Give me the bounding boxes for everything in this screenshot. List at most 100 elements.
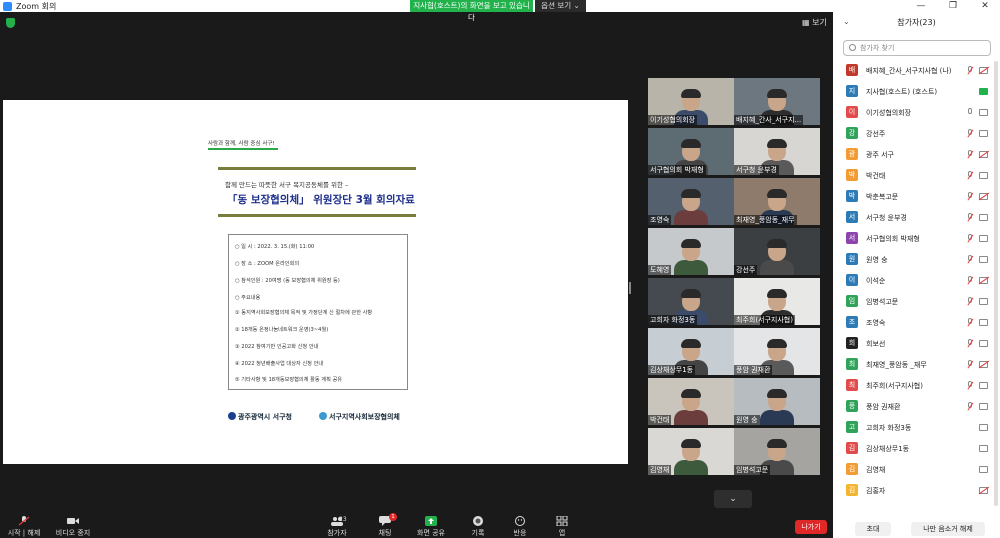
participant-row[interactable]: 조 조영숙 <box>833 313 993 333</box>
video-tile[interactable]: 배지혜_간사_서구지... <box>734 78 820 125</box>
camera-icon[interactable] <box>979 382 988 389</box>
chat-button[interactable]: 1 채팅 <box>365 513 405 538</box>
leave-button[interactable]: 나가기 <box>795 520 827 534</box>
mic-muted-icon[interactable] <box>967 339 974 348</box>
video-tile[interactable]: 서구협의회 박재형 <box>648 128 734 175</box>
agenda-row: ③ 2022 참여기반 인공고화 신청 안내 <box>235 344 319 350</box>
camera-off-icon[interactable] <box>978 150 990 159</box>
camera-off-icon[interactable] <box>978 276 990 285</box>
camera-icon[interactable] <box>979 424 988 431</box>
video-tile[interactable]: 최재영_풍암동_재무 <box>734 178 820 225</box>
participant-row[interactable]: 서 서구협의회 박재형 <box>833 229 993 249</box>
mic-muted-icon[interactable] <box>967 234 974 243</box>
minimize-button[interactable]: — <box>906 0 936 12</box>
mic-muted-icon[interactable] <box>967 402 974 411</box>
camera-off-icon[interactable] <box>978 66 990 75</box>
video-tile[interactable]: 풍암 권재환 <box>734 328 820 375</box>
camera-off-icon[interactable] <box>978 192 990 201</box>
camera-icon[interactable] <box>979 445 988 452</box>
camera-icon[interactable] <box>979 172 988 179</box>
camera-icon[interactable] <box>979 319 988 326</box>
person-hair <box>767 239 787 248</box>
participant-row[interactable]: 희 희보선 <box>833 334 993 354</box>
mic-muted-icon[interactable] <box>967 255 974 264</box>
view-button[interactable]: ▦ 보기 <box>802 17 827 28</box>
participant-row[interactable]: 배 배지혜_간사_서구지사협 (나) <box>833 61 993 81</box>
video-tile[interactable]: 고희자 화정3동 <box>648 278 734 325</box>
camera-icon[interactable] <box>979 214 988 221</box>
participant-row[interactable]: 김 김홍자 <box>833 481 993 501</box>
mic-muted-icon[interactable] <box>967 318 974 327</box>
participant-row[interactable]: 서 서구청 윤부경 <box>833 208 993 228</box>
camera-icon[interactable] <box>979 88 988 95</box>
participant-row[interactable]: 이 이석순 <box>833 271 993 291</box>
mic-muted-icon[interactable] <box>967 297 974 306</box>
video-tile[interactable]: 서구청 윤부경 <box>734 128 820 175</box>
mic-muted-icon[interactable] <box>967 150 974 159</box>
participant-row[interactable]: 김 김영채 <box>833 460 993 480</box>
mic-muted-icon[interactable] <box>967 192 974 201</box>
video-tile[interactable]: 최주희(서구지사협) <box>734 278 820 325</box>
video-tile[interactable]: 박건태 <box>648 378 734 425</box>
search-placeholder: 참가자 찾기 <box>860 44 895 52</box>
close-button[interactable]: ✕ <box>970 0 1000 12</box>
participant-row[interactable]: 최 최주희(서구지사협) <box>833 376 993 396</box>
video-tile[interactable]: 김상채상무1동 <box>648 328 734 375</box>
participant-row[interactable]: 박 박건태 <box>833 166 993 186</box>
camera-off-icon[interactable] <box>978 360 990 369</box>
mic-icon[interactable] <box>967 108 973 117</box>
mute-button[interactable]: 시작 | 해제 <box>4 516 44 538</box>
camera-icon[interactable] <box>979 235 988 242</box>
video-tile[interactable]: 도혜영 <box>648 228 734 275</box>
split-drag-handle[interactable] <box>629 282 631 294</box>
next-page-chevron-icon[interactable]: ⌄ <box>714 490 752 508</box>
video-tile[interactable]: 강선주 <box>734 228 820 275</box>
view-options-button[interactable]: 옵션 보기 ⌄ <box>535 0 586 12</box>
mic-muted-icon[interactable] <box>967 171 974 180</box>
record-button[interactable]: 기록 <box>458 516 498 538</box>
participant-row[interactable]: 지 지사협(호스트) (호스트) <box>833 82 993 102</box>
camera-icon[interactable] <box>979 109 988 116</box>
invite-button[interactable]: 초대 <box>855 522 891 536</box>
apps-button[interactable]: 앱 <box>542 516 582 538</box>
security-shield-icon[interactable] <box>6 18 15 28</box>
participant-row[interactable]: 김 김상채상무1동 <box>833 439 993 459</box>
participant-row[interactable]: 임 임병석고문 <box>833 292 993 312</box>
camera-icon[interactable] <box>979 298 988 305</box>
video-tile[interactable]: 원영 숭 <box>734 378 820 425</box>
mic-muted-icon[interactable] <box>967 381 974 390</box>
participant-row[interactable]: 고 고희자 화정3동 <box>833 418 993 438</box>
mic-muted-icon[interactable] <box>967 360 974 369</box>
mic-muted-icon[interactable] <box>967 276 974 285</box>
participant-row[interactable]: 최 최재영_풍암동 _재무 <box>833 355 993 375</box>
video-tile[interactable]: 이기성협의회장 <box>648 78 734 125</box>
participant-row[interactable]: 풍 풍암 권재환 <box>833 397 993 417</box>
video-tile[interactable]: 조영숙 <box>648 178 734 225</box>
stop-video-button[interactable]: 비디오 중지 <box>53 516 93 538</box>
video-tile[interactable]: 김영채 <box>648 428 734 475</box>
maximize-button[interactable]: ❐ <box>938 0 968 12</box>
participants-button[interactable]: 23 참가자 <box>317 516 357 538</box>
unmute-me-button[interactable]: 나만 음소거 해제 <box>911 522 985 536</box>
scrollbar[interactable] <box>994 61 998 506</box>
participant-name: 희보선 <box>866 340 886 348</box>
camera-icon[interactable] <box>979 340 988 347</box>
participant-row[interactable]: 광 광주 서구 <box>833 145 993 165</box>
video-tile[interactable]: 임병석고문 <box>734 428 820 475</box>
share-screen-button[interactable]: 화면 공유 <box>411 516 451 538</box>
participant-row[interactable]: 원 원영 숭 <box>833 250 993 270</box>
participant-row[interactable]: 강 강선주 <box>833 124 993 144</box>
mic-muted-icon[interactable] <box>967 129 974 138</box>
agenda-row: ② 18개동 온정나눔네트워크 운영(3~4월) <box>235 327 329 333</box>
camera-icon[interactable] <box>979 130 988 137</box>
camera-icon[interactable] <box>979 466 988 473</box>
mic-muted-icon[interactable] <box>967 213 974 222</box>
camera-off-icon[interactable] <box>978 486 990 495</box>
reactions-button[interactable]: 반응 <box>500 516 540 538</box>
participant-row[interactable]: 박 박춘복고문 <box>833 187 993 207</box>
participant-search-input[interactable]: 참가자 찾기 <box>843 40 991 56</box>
camera-icon[interactable] <box>979 256 988 263</box>
mic-muted-icon[interactable] <box>967 66 974 75</box>
participant-row[interactable]: 이 이기성협의회장 <box>833 103 993 123</box>
camera-icon[interactable] <box>979 403 988 410</box>
